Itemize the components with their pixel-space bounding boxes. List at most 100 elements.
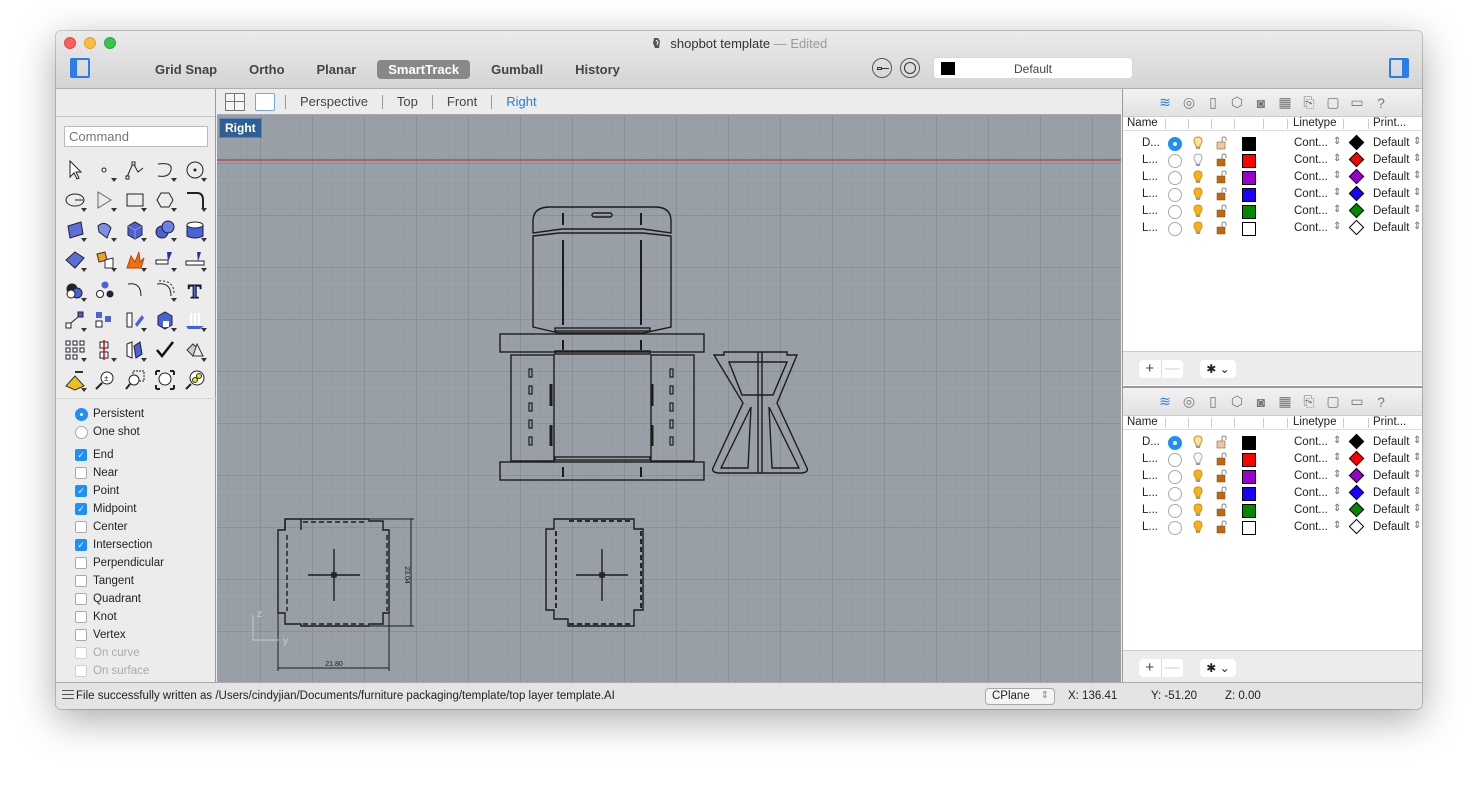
print-width-value[interactable]: Default bbox=[1373, 470, 1409, 482]
document-properties-icon[interactable]: ▯ bbox=[1204, 393, 1222, 411]
checkbox[interactable] bbox=[75, 611, 87, 623]
current-layer-radio[interactable] bbox=[1168, 171, 1182, 185]
column-linetype[interactable]: Linetype bbox=[1293, 117, 1336, 129]
current-layer-radio[interactable] bbox=[1168, 205, 1182, 219]
boolean-puzzle-tool-icon[interactable] bbox=[90, 245, 120, 275]
zoom-selected-tool-icon[interactable] bbox=[180, 365, 210, 395]
layer-options-gear-button[interactable]: ✱ ⌄ bbox=[1200, 659, 1236, 677]
mirror-tool-icon[interactable] bbox=[90, 335, 120, 365]
layer-color-swatch[interactable] bbox=[1242, 470, 1256, 484]
layer-name[interactable]: L... bbox=[1142, 470, 1158, 482]
bulb-visibility-icon[interactable] bbox=[1192, 170, 1204, 184]
current-layer-radio[interactable] bbox=[1168, 154, 1182, 168]
bulb-visibility-icon[interactable] bbox=[1192, 503, 1204, 517]
print-color-diamond[interactable] bbox=[1348, 202, 1365, 219]
layer-name[interactable]: L... bbox=[1142, 154, 1158, 166]
linetype-value[interactable]: Cont... bbox=[1294, 171, 1328, 183]
layer-options-gear-button[interactable]: ✱ ⌄ bbox=[1200, 360, 1236, 378]
add-layer-button[interactable]: + bbox=[1139, 659, 1161, 677]
explode-tool-icon[interactable] bbox=[120, 245, 150, 275]
print-width-value[interactable]: Default bbox=[1373, 436, 1409, 448]
linetype-value[interactable]: Cont... bbox=[1294, 205, 1328, 217]
mode-planar-button[interactable]: Planar bbox=[306, 60, 368, 79]
solid-cone-tool-icon[interactable] bbox=[180, 335, 210, 365]
osnap-point-checkbox[interactable]: ✓ Point bbox=[75, 482, 164, 500]
current-layer-radio[interactable] bbox=[1168, 188, 1182, 202]
layer-row[interactable]: L... Cont... ⇕ Default ⇕ bbox=[1123, 467, 1422, 485]
lock-icon[interactable] bbox=[1216, 170, 1228, 184]
current-layer-radio[interactable] bbox=[1168, 222, 1182, 236]
sphere-tool-icon[interactable] bbox=[150, 215, 180, 245]
materials-icon[interactable]: ◎ bbox=[1180, 94, 1198, 112]
linetype-value[interactable]: Cont... bbox=[1294, 137, 1328, 149]
linetype-value[interactable]: Cont... bbox=[1294, 436, 1328, 448]
monitor-icon[interactable]: ▭ bbox=[1348, 94, 1366, 112]
extrude-solid-tool-icon[interactable] bbox=[150, 305, 180, 335]
bulb-visibility-icon[interactable] bbox=[1192, 187, 1204, 201]
layers-icon[interactable]: ≋ bbox=[1156, 94, 1174, 112]
checkbox[interactable] bbox=[75, 467, 87, 479]
linetype-value[interactable]: Cont... bbox=[1294, 487, 1328, 499]
zoom-in-out-tool-icon[interactable]: ± bbox=[90, 365, 120, 395]
tab-front[interactable]: Front bbox=[433, 94, 491, 109]
osnap-perpendicular-checkbox[interactable]: Perpendicular bbox=[75, 554, 164, 572]
layer-name[interactable]: L... bbox=[1142, 487, 1158, 499]
project-tool-icon[interactable] bbox=[180, 305, 210, 335]
surface-edge-tool-icon[interactable] bbox=[90, 215, 120, 245]
checkbox[interactable]: ✓ bbox=[75, 539, 87, 551]
four-viewports-icon[interactable] bbox=[225, 92, 245, 111]
object-properties-icon[interactable]: ⬡ bbox=[1228, 393, 1246, 411]
layer-name[interactable]: L... bbox=[1142, 171, 1158, 183]
rotate-tool-icon[interactable] bbox=[120, 305, 150, 335]
array-tool-icon[interactable] bbox=[90, 305, 120, 335]
layer-name[interactable]: D... bbox=[1142, 436, 1160, 448]
layer-color-swatch[interactable] bbox=[1242, 504, 1256, 518]
layer-row[interactable]: D... Cont... ⇕ Default ⇕ bbox=[1123, 134, 1422, 152]
print-color-diamond[interactable] bbox=[1348, 518, 1365, 535]
layer-color-swatch[interactable] bbox=[1242, 171, 1256, 185]
display-icon[interactable]: ▢ bbox=[1324, 94, 1342, 112]
linetype-value[interactable]: Cont... bbox=[1294, 504, 1328, 516]
split-tool-icon[interactable] bbox=[180, 245, 210, 275]
column-name[interactable]: Name bbox=[1127, 416, 1158, 428]
help-icon[interactable]: ? bbox=[1372, 94, 1390, 112]
layer-row[interactable]: D... Cont... ⇕ Default ⇕ bbox=[1123, 433, 1422, 451]
curve-arc-tool-icon[interactable] bbox=[120, 275, 150, 305]
cylinder-tool-icon[interactable] bbox=[180, 215, 210, 245]
rectangle-tool-icon[interactable] bbox=[120, 185, 150, 215]
grid-icon[interactable]: ▦ bbox=[1276, 94, 1294, 112]
lock-icon[interactable] bbox=[1216, 435, 1228, 449]
layer-color-swatch[interactable] bbox=[1242, 436, 1256, 450]
group-objects-tool-icon[interactable] bbox=[90, 275, 120, 305]
layer-name[interactable]: L... bbox=[1142, 453, 1158, 465]
radio-button[interactable] bbox=[75, 407, 88, 421]
grid-icon[interactable]: ▦ bbox=[1276, 393, 1294, 411]
osnap-tangent-checkbox[interactable]: Tangent bbox=[75, 572, 164, 590]
column-linetype[interactable]: Linetype bbox=[1293, 416, 1336, 428]
current-layer-radio[interactable] bbox=[1168, 504, 1182, 518]
layer-row[interactable]: L... Cont... ⇕ Default ⇕ bbox=[1123, 450, 1422, 468]
text-tool-icon[interactable]: T bbox=[180, 275, 210, 305]
current-layer-radio[interactable] bbox=[1168, 453, 1182, 467]
ellipse-tool-icon[interactable] bbox=[60, 185, 90, 215]
offset-curve-tool-icon[interactable] bbox=[150, 275, 180, 305]
lock-icon[interactable] bbox=[1216, 520, 1228, 534]
command-history-icon[interactable] bbox=[62, 690, 74, 699]
column-print[interactable]: Print... bbox=[1373, 416, 1406, 428]
column-name[interactable]: Name bbox=[1127, 117, 1158, 129]
tab-right[interactable]: Right bbox=[492, 94, 550, 109]
checkbox[interactable] bbox=[75, 575, 87, 587]
object-properties-icon[interactable]: ⬡ bbox=[1228, 94, 1246, 112]
print-width-value[interactable]: Default bbox=[1373, 222, 1409, 234]
layer-name[interactable]: D... bbox=[1142, 137, 1160, 149]
checkbox[interactable] bbox=[75, 521, 87, 533]
lock-icon[interactable] bbox=[1216, 469, 1228, 483]
lock-icon[interactable] bbox=[1216, 503, 1228, 517]
materials-icon[interactable]: ◎ bbox=[1180, 393, 1198, 411]
current-layer-radio[interactable] bbox=[1168, 436, 1182, 450]
mode-grid-snap-button[interactable]: Grid Snap bbox=[144, 60, 228, 79]
layer-color-swatch[interactable] bbox=[1242, 188, 1256, 202]
print-width-value[interactable]: Default bbox=[1373, 188, 1409, 200]
print-width-value[interactable]: Default bbox=[1373, 154, 1409, 166]
radio-button[interactable] bbox=[75, 425, 88, 439]
